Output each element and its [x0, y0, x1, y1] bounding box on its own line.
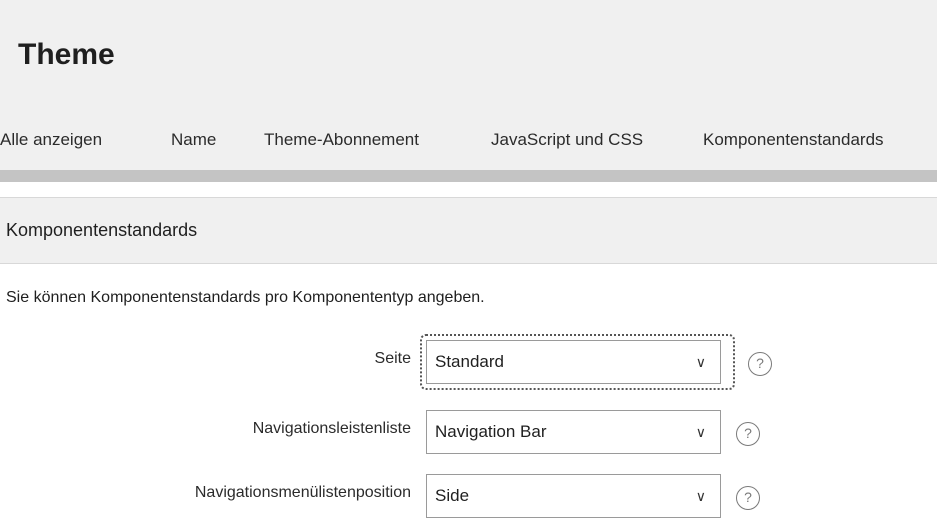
select-wrap-seite: Standard ∨ [420, 334, 735, 394]
navigationsleistenliste-select[interactable]: Navigation Bar ∨ [426, 410, 721, 454]
navigationsmenuelistenposition-select-value: Side [435, 486, 470, 505]
help-icon[interactable]: ? [748, 352, 772, 376]
field-label-navigationsleistenliste: Navigationsleistenliste [252, 420, 411, 437]
page-header: Theme Alle anzeigen Name Theme-Abonnemen… [0, 0, 937, 183]
spacer [0, 182, 937, 198]
field-row-navigationsleistenliste: Navigationsleistenliste Navigation Bar ∨… [0, 408, 937, 454]
navigationsmenuelistenposition-select[interactable]: Side ∨ [426, 474, 721, 518]
navigationsleistenliste-select-value: Navigation Bar [435, 422, 547, 441]
tab-alle-anzeigen[interactable]: Alle anzeigen [0, 126, 102, 174]
page-title: Theme [18, 38, 115, 71]
select-wrap-navigationsmenuelistenposition: Side ∨ [423, 472, 733, 526]
help-icon[interactable]: ? [736, 486, 760, 510]
tab-bar: Alle anzeigen Name Theme-Abonnement Java… [0, 126, 937, 174]
tab-bar-divider [0, 170, 937, 182]
section-header: Komponentenstandards [0, 197, 937, 264]
chevron-down-icon: ∨ [695, 354, 706, 370]
tab-javascript-css[interactable]: JavaScript und CSS [491, 126, 643, 174]
field-label-navigationsmenuelistenposition: Navigationsmenülistenposition [194, 484, 411, 501]
section-description: Sie können Komponentenstandards pro Komp… [6, 289, 485, 306]
field-row-navigationsmenuelistenposition: Navigationsmenülistenposition Side ∨ ? [0, 472, 937, 518]
field-row-seite: Seite Standard ∨ ? [0, 334, 937, 390]
tab-komponentenstandards[interactable]: Komponentenstandards [703, 126, 884, 174]
field-label-seite: Seite [374, 350, 411, 367]
select-wrap-navigationsleistenliste: Navigation Bar ∨ [423, 408, 733, 464]
help-icon[interactable]: ? [736, 422, 760, 446]
chevron-down-icon: ∨ [695, 424, 706, 440]
seite-select-value: Standard [435, 352, 504, 371]
chevron-down-icon: ∨ [695, 488, 706, 504]
tab-theme-abonnement[interactable]: Theme-Abonnement [264, 126, 419, 174]
section-title: Komponentenstandards [6, 220, 198, 240]
tab-name[interactable]: Name [171, 126, 216, 174]
seite-select[interactable]: Standard ∨ [426, 340, 721, 384]
